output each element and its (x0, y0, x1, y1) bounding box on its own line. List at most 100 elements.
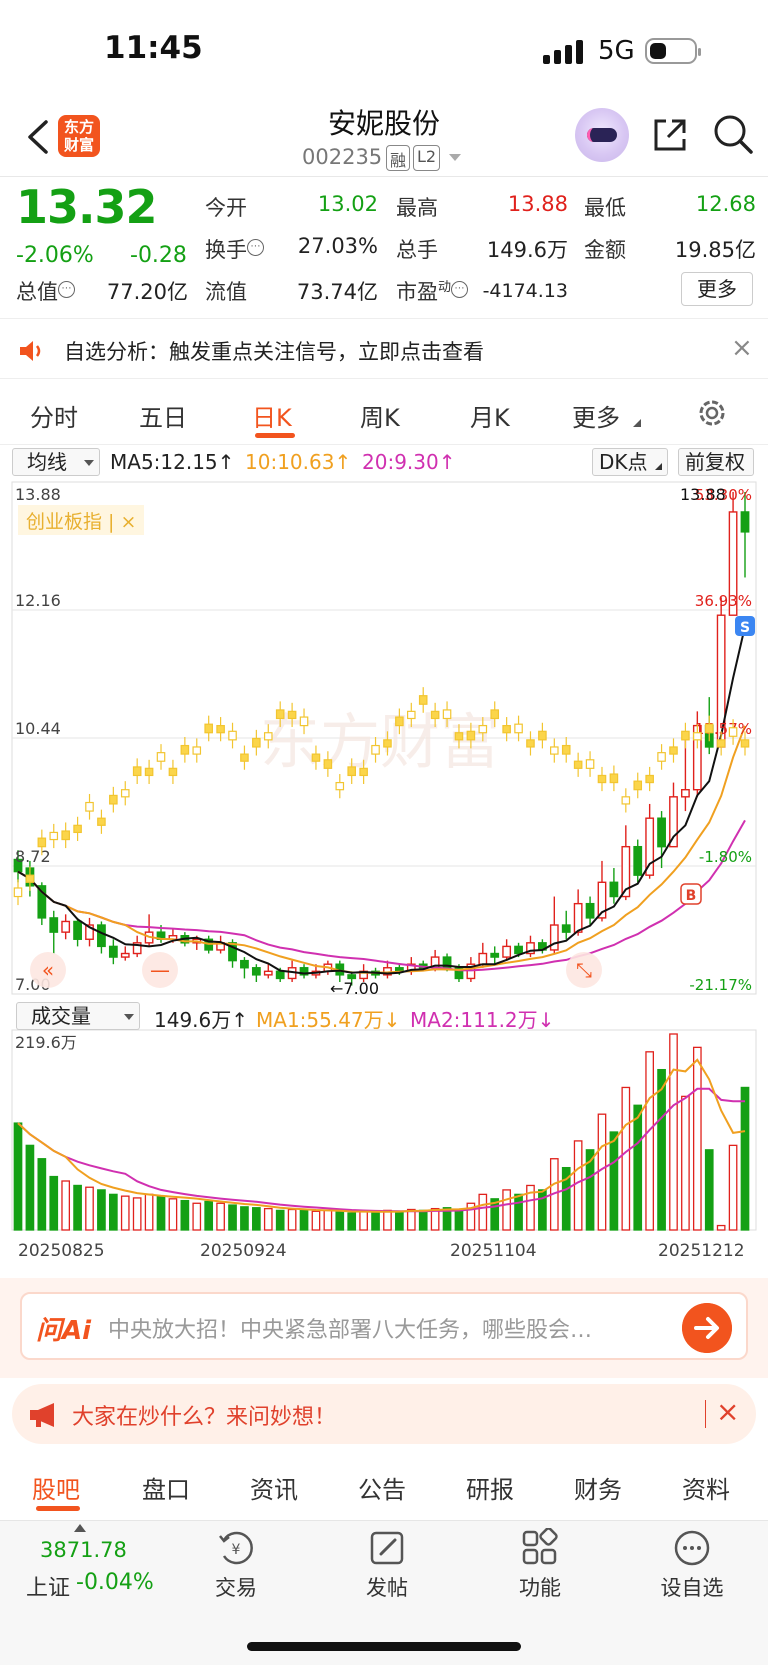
volume-bar (323, 1209, 333, 1231)
volume-bar (13, 1122, 23, 1231)
volume-bar (406, 1208, 416, 1231)
vol-value: 149.6万↑ (154, 1008, 249, 1032)
index-value[interactable]: 3871.78 (40, 1538, 127, 1562)
tab-pankou[interactable]: 盘口 (142, 1470, 190, 1505)
overlay-candle (693, 732, 702, 741)
open-value: 13.02 (317, 192, 378, 216)
index-change[interactable]: -0.04% (76, 1570, 154, 1595)
volume-bar (204, 1200, 214, 1231)
info-icon[interactable]: ⋯ (58, 281, 75, 298)
overlay-candle (454, 732, 464, 741)
tab-research[interactable]: 研报 (466, 1470, 514, 1505)
volume-value: 149.6万 (486, 238, 568, 262)
change-percent: -2.06% (16, 243, 94, 268)
overlay-candle (633, 780, 643, 791)
index-label[interactable]: 上证 (26, 1570, 70, 1602)
ai-prompt-text[interactable]: 中央放大招！中央紧急部署八大任务，哪些股会… (108, 1312, 668, 1344)
volume-bar (311, 1210, 321, 1231)
hot-topic-text[interactable]: 大家在炒什么？来问妙想！ (72, 1399, 336, 1431)
y-tick-label: 12.16 (15, 591, 61, 610)
search-icon[interactable] (712, 113, 754, 155)
nav-trade[interactable]: 交易 (196, 1572, 276, 1602)
apps-icon[interactable] (520, 1528, 560, 1568)
dk-point-button[interactable]: DK点 (592, 448, 668, 476)
volume-bar (692, 1046, 702, 1231)
tab-monthly-k[interactable]: 月K (470, 398, 510, 433)
overlay-candle (311, 753, 321, 762)
volume-label: 总手 (396, 238, 438, 262)
gear-icon[interactable] (695, 396, 729, 430)
volume-bar (216, 1202, 225, 1231)
volume-bar (228, 1204, 237, 1231)
overlay-candle (252, 737, 261, 748)
turnover-label: 换手 ⋯ (205, 234, 264, 264)
robot-avatar[interactable] (575, 108, 629, 162)
overlay-candle (573, 760, 583, 769)
nav-add-watchlist[interactable]: 设自选 (652, 1572, 732, 1602)
info-icon[interactable]: ⋯ (247, 239, 264, 256)
candle (740, 492, 750, 578)
volume-bar (180, 1199, 190, 1231)
candle (633, 839, 643, 883)
candle (240, 957, 249, 979)
volume-bar (573, 1140, 583, 1231)
chart-nav-button: ⤡ (566, 952, 602, 988)
candle (216, 935, 226, 954)
more-button[interactable]: 更多 (681, 272, 753, 306)
volume-max-label: 219.6万 (15, 1033, 77, 1052)
tab-profile[interactable]: 资料 (682, 1470, 730, 1505)
nav-post[interactable]: 发帖 (347, 1572, 427, 1602)
open-label: 今开 (205, 196, 247, 220)
overlay-candle (347, 766, 356, 777)
close-icon[interactable]: × (716, 1395, 739, 1428)
svg-text:⤡: ⤡ (576, 958, 592, 982)
tab-more[interactable]: 更多 (572, 398, 620, 433)
network-label: 5G (598, 36, 635, 66)
high-label: 最高 (396, 196, 438, 220)
volume-bar (240, 1206, 249, 1231)
volume-bar (418, 1209, 428, 1231)
tab-daily-k[interactable]: 日K (252, 398, 292, 433)
volume-select[interactable]: 成交量 (16, 1002, 140, 1030)
volume-bar (740, 1086, 750, 1231)
info-icon[interactable]: ⋯ (451, 281, 469, 298)
share-icon[interactable] (650, 115, 690, 155)
y-tick-label: 13.88 (15, 485, 61, 504)
tab-weekly-k[interactable]: 周K (360, 398, 400, 433)
volume-bar (73, 1184, 82, 1231)
alert-text[interactable]: 自选分析：触发重点关注信号，立即点击查看 (64, 336, 484, 366)
ma5-value: MA5:12.15↑ (110, 450, 235, 474)
ma-select[interactable]: 均线 (12, 448, 100, 476)
status-time: 11:45 (104, 30, 203, 66)
candle (502, 939, 512, 961)
candle (49, 910, 59, 954)
volume-bar (144, 1193, 154, 1231)
tab-finance[interactable]: 财务 (574, 1470, 622, 1505)
tab-announcements[interactable]: 公告 (358, 1470, 406, 1505)
volume-bar (657, 1068, 666, 1231)
tab-guba[interactable]: 股吧 (32, 1470, 80, 1505)
candle (561, 910, 571, 940)
high-value: 13.88 (507, 192, 568, 216)
close-icon[interactable]: × (731, 333, 753, 363)
tab-five-day[interactable]: 五日 (139, 398, 187, 433)
edit-post-icon[interactable] (367, 1528, 407, 1568)
tab-intraday[interactable]: 分时 (30, 398, 78, 433)
arrow-right-icon[interactable] (682, 1303, 732, 1353)
trade-icon[interactable]: ¥ (216, 1528, 256, 1568)
adjust-button[interactable]: 前复权 (678, 448, 754, 476)
kline-chart[interactable]: 东方财富 13.8812.1610.448.727.0053.30%36.93%… (0, 478, 768, 1278)
overlay-candle (180, 744, 190, 755)
tab-news[interactable]: 资讯 (250, 1470, 298, 1505)
overlay-index-tag[interactable]: 创业板指 | × (18, 505, 145, 535)
overlay-candle (13, 887, 23, 898)
more-icon[interactable] (672, 1528, 712, 1568)
volume-bar (252, 1207, 261, 1231)
active-tab-indicator (36, 1506, 80, 1511)
volume-bar (728, 1144, 738, 1231)
chevron-down-icon[interactable] (448, 153, 462, 163)
nav-functions[interactable]: 功能 (500, 1572, 580, 1602)
volume-bar (347, 1212, 357, 1231)
overlay-candle (216, 725, 225, 734)
volume-bar (287, 1208, 297, 1231)
